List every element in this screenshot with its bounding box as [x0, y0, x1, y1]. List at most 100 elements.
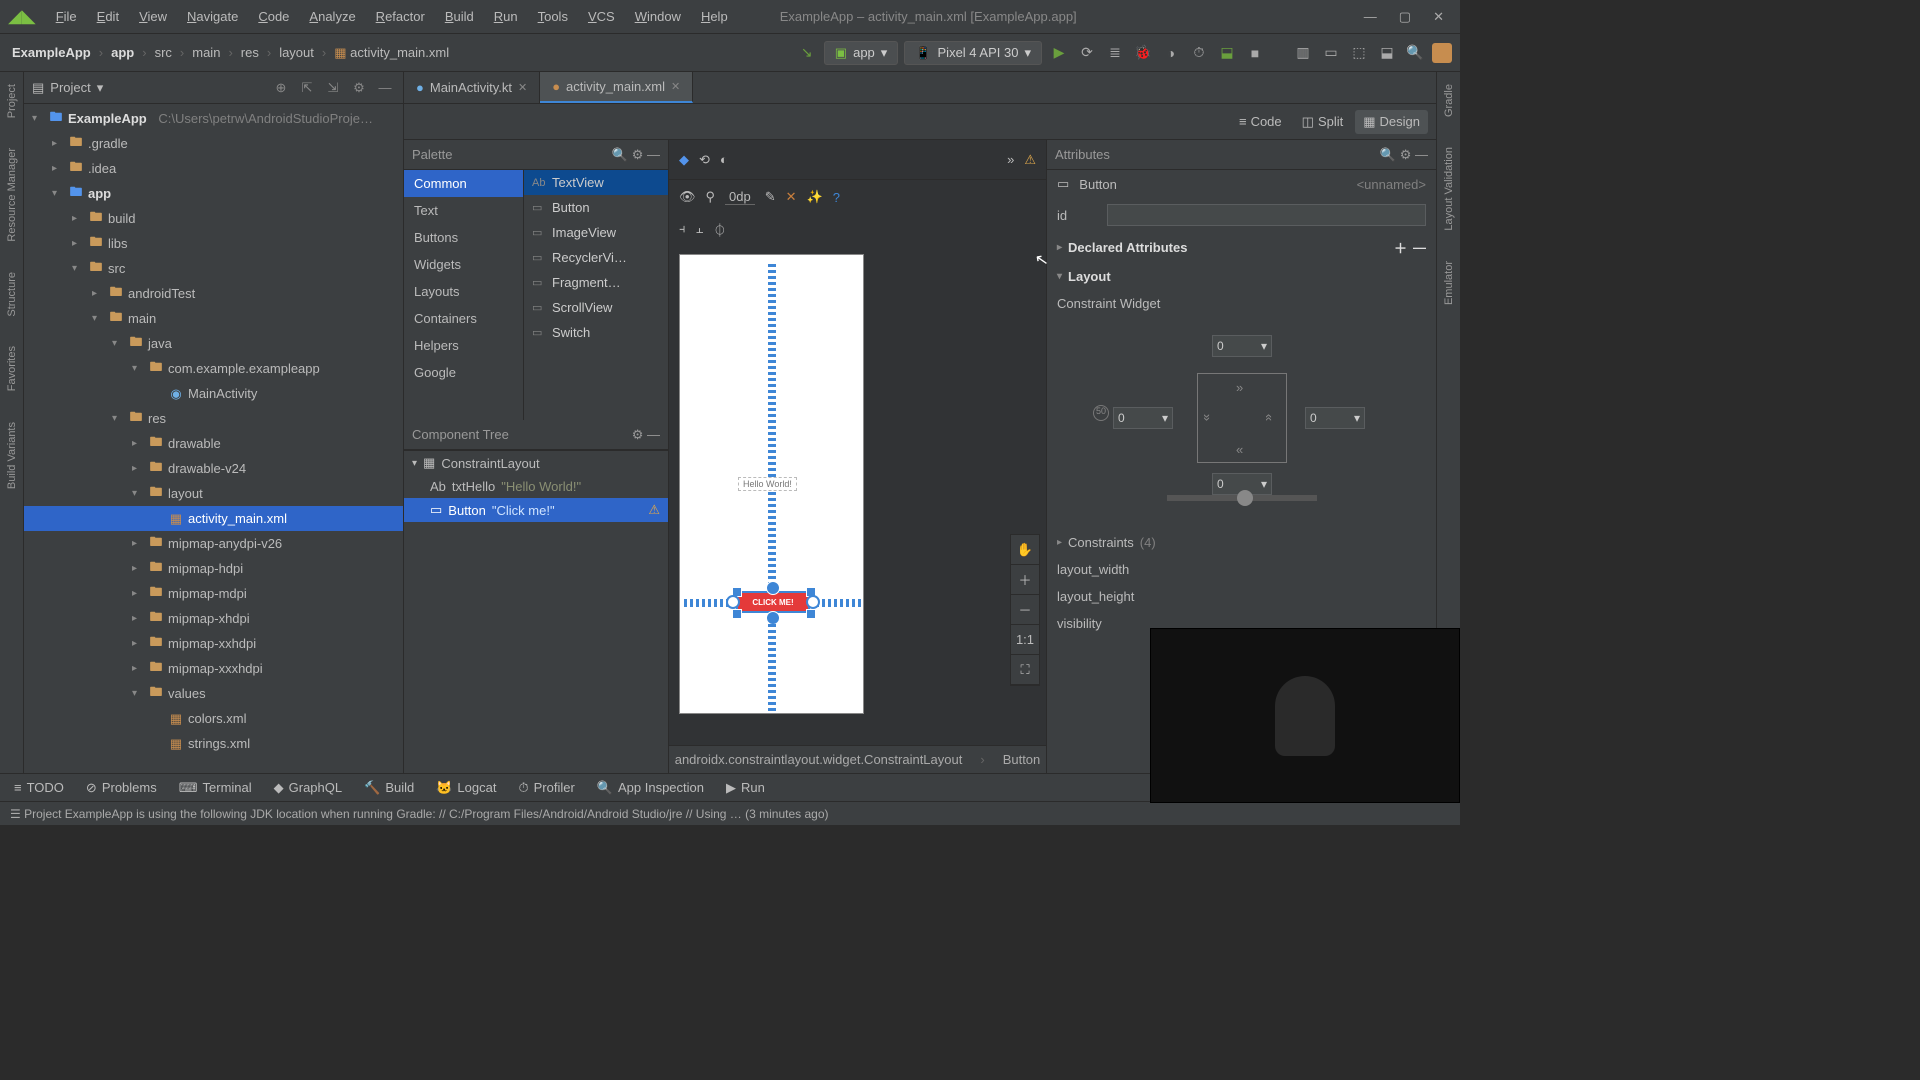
bottom-tool-terminal[interactable]: ⌨Terminal — [179, 780, 252, 796]
textview-preview[interactable]: Hello World! — [738, 477, 797, 491]
tree-item-com.example.exampleapp[interactable]: ▾🖿com.example.exampleapp — [24, 356, 403, 381]
tree-item-mipmap-xxhdpi[interactable]: ▸🖿mipmap-xxhdpi — [24, 631, 403, 656]
menu-refactor[interactable]: Refactor — [368, 5, 433, 28]
canvas-bc-child[interactable]: Button — [1003, 752, 1041, 767]
tree-root[interactable]: ▾🖿ExampleApp C:\Users\petrw\AndroidStudi… — [24, 106, 403, 131]
attr-search-icon[interactable]: 🔍 — [1380, 147, 1396, 163]
attr-row-layout_width[interactable]: layout_width — [1047, 556, 1436, 583]
attr-settings-icon[interactable]: ⚙ — [1400, 147, 1412, 163]
clear-constraints-icon[interactable]: ✕ — [786, 189, 797, 205]
breadcrumb-item[interactable]: ▦ activity_main.xml — [330, 43, 453, 63]
overflow-icon[interactable]: » — [1007, 152, 1014, 167]
palette-item-Switch[interactable]: ▭Switch — [524, 320, 668, 345]
ct-item-Button[interactable]: ▭Button"Click me!"⚠ — [404, 498, 668, 522]
attr-row-layout_height[interactable]: layout_height — [1047, 583, 1436, 610]
palette-cat-widgets[interactable]: Widgets — [404, 251, 523, 278]
tree-item-drawable-v24[interactable]: ▸🖿drawable-v24 — [24, 456, 403, 481]
ct-hide-icon[interactable]: — — [647, 427, 660, 442]
gutter-favorites[interactable]: Favorites — [6, 346, 18, 391]
close-icon[interactable]: ✕ — [1433, 9, 1444, 25]
menu-view[interactable]: View — [131, 5, 175, 28]
zoom-btn-1[interactable]: ＋ — [1011, 565, 1039, 595]
breadcrumb-item[interactable]: main — [188, 43, 224, 62]
bottom-tool-run[interactable]: ▶Run — [726, 780, 765, 796]
tree-item-.gradle[interactable]: ▸🖿.gradle — [24, 131, 403, 156]
bottom-tool-profiler[interactable]: ⏱Profiler — [518, 780, 574, 796]
ct-item-txtHello[interactable]: AbtxtHello"Hello World!" — [404, 475, 668, 498]
editor-tabs[interactable]: ●MainActivity.kt✕●activity_main.xml✕ — [404, 72, 1436, 104]
tree-item-libs[interactable]: ▸🖿libs — [24, 231, 403, 256]
palette-item-Fragment…[interactable]: ▭Fragment… — [524, 270, 668, 295]
tree-item-androidTest[interactable]: ▸🖿androidTest — [24, 281, 403, 306]
palette-item-ScrollView[interactable]: ▭ScrollView — [524, 295, 668, 320]
menu-vcs[interactable]: VCS — [580, 5, 623, 28]
breadcrumbs[interactable]: ExampleApp›app›src›main›res›layout›▦ act… — [8, 43, 453, 63]
help-icon[interactable]: ? — [833, 190, 840, 205]
run-config-selector[interactable]: ▣app▾ — [824, 41, 899, 65]
gutter-project[interactable]: Project — [6, 84, 18, 118]
remove-attr-icon[interactable]: — — [1413, 240, 1426, 255]
menu-window[interactable]: Window — [627, 5, 689, 28]
gutter-resource manager[interactable]: Resource Manager — [6, 148, 18, 242]
palette-item-ImageView[interactable]: ▭ImageView — [524, 220, 668, 245]
gutter-emulator[interactable]: Emulator — [1443, 261, 1455, 305]
palette-item-Button[interactable]: ▭Button — [524, 195, 668, 220]
bottom-tool-build[interactable]: 🔨Build — [364, 780, 414, 796]
search-everywhere-icon[interactable]: 🔍 — [1404, 42, 1426, 64]
ct-settings-icon[interactable]: ⚙ — [632, 427, 644, 443]
sync-gradle-icon[interactable]: ↘ — [796, 42, 818, 64]
align-icon[interactable]: ⫞ — [679, 221, 686, 237]
tree-item-activity_main.xml[interactable]: ▦activity_main.xml — [24, 506, 403, 531]
tree-item-mipmap-hdpi[interactable]: ▸🖿mipmap-hdpi — [24, 556, 403, 581]
menu-help[interactable]: Help — [693, 5, 736, 28]
attr-hide-icon[interactable]: — — [1415, 147, 1428, 162]
gutter-build variants[interactable]: Build Variants — [6, 422, 18, 489]
declared-attributes-section[interactable]: Declared Attributes — [1068, 240, 1187, 255]
menu-run[interactable]: Run — [486, 5, 526, 28]
magnet-icon[interactable]: ⚲ — [706, 189, 716, 205]
breadcrumb-item[interactable]: src — [151, 43, 176, 62]
design-canvas[interactable]: ◆ ⟲ ◐ » ⚠ 👁 ⚲ 0dp ✎ ✕ ✨ ? — [669, 140, 1046, 773]
bug-icon[interactable]: 🐞 — [1132, 42, 1154, 64]
tree-item-app[interactable]: ▾🖿app — [24, 181, 403, 206]
palette-search-icon[interactable]: 🔍 — [612, 147, 628, 163]
pack-icon[interactable]: ⫠ — [696, 221, 704, 237]
warning-icon[interactable]: ⚠ — [648, 502, 660, 518]
palette-cat-google[interactable]: Google — [404, 359, 523, 386]
palette-cat-containers[interactable]: Containers — [404, 305, 523, 332]
close-tab-icon[interactable]: ✕ — [671, 80, 680, 93]
gutter-gradle[interactable]: Gradle — [1443, 84, 1455, 117]
bottom-tool-logcat[interactable]: 🐱Logcat — [436, 780, 496, 796]
menu-analyze[interactable]: Analyze — [301, 5, 363, 28]
device-manager-icon[interactable]: ⬚ — [1348, 42, 1370, 64]
tree-item-src[interactable]: ▾🖿src — [24, 256, 403, 281]
breadcrumb-item[interactable]: layout — [275, 43, 318, 62]
tree-item-mipmap-xhdpi[interactable]: ▸🖿mipmap-xhdpi — [24, 606, 403, 631]
stop-icon[interactable]: ■ — [1244, 42, 1266, 64]
theme-icon[interactable]: ◐ — [720, 152, 728, 167]
tree-item-.idea[interactable]: ▸🖿.idea — [24, 156, 403, 181]
constraints-section[interactable]: Constraints — [1068, 535, 1134, 550]
project-view-selector[interactable]: Project — [50, 80, 90, 95]
palette-cat-helpers[interactable]: Helpers — [404, 332, 523, 359]
design-mode-button[interactable]: ▦Design — [1355, 110, 1428, 134]
tree-item-mipmap-anydpi-v26[interactable]: ▸🖿mipmap-anydpi-v26 — [24, 531, 403, 556]
palette-item-TextView[interactable]: AbTextView — [524, 170, 668, 195]
coverage-icon[interactable]: ◑ — [1160, 42, 1182, 64]
breadcrumb-item[interactable]: ExampleApp — [8, 43, 95, 62]
palette-item-RecyclerVi…[interactable]: ▭RecyclerVi… — [524, 245, 668, 270]
maximize-icon[interactable]: ▢ — [1399, 9, 1411, 25]
sdk-icon[interactable]: ⬓ — [1376, 42, 1398, 64]
avd-icon[interactable]: ⬓ — [1216, 42, 1238, 64]
wand-icon[interactable]: ✨ — [807, 189, 823, 205]
menu-navigate[interactable]: Navigate — [179, 5, 246, 28]
gutter-layout validation[interactable]: Layout Validation — [1443, 147, 1455, 231]
view-options-icon[interactable]: 👁 — [679, 189, 696, 205]
guideline-icon[interactable]: ⏀ — [713, 220, 726, 239]
zoom-btn-3[interactable]: 1:1 — [1011, 625, 1039, 655]
bottom-tool-problems[interactable]: ⊘Problems — [86, 780, 157, 796]
tree-item-values[interactable]: ▾🖿values — [24, 681, 403, 706]
tree-item-colors.xml[interactable]: ▦colors.xml — [24, 706, 403, 731]
canvas-bc-root[interactable]: androidx.constraintlayout.widget.Constra… — [675, 752, 963, 767]
menu-tools[interactable]: Tools — [530, 5, 576, 28]
